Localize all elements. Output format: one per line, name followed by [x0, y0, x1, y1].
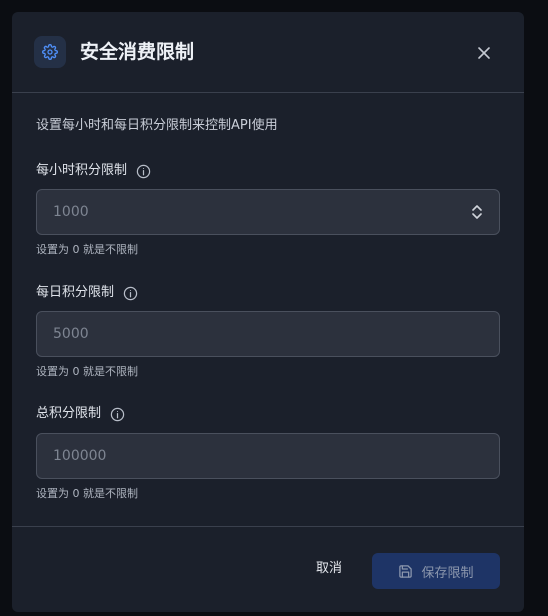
- hourly-limit-label-text: 每小时积分限制: [36, 163, 128, 178]
- close-icon: [478, 47, 490, 59]
- cancel-button[interactable]: 取消: [300, 553, 358, 585]
- total-limit-input[interactable]: [37, 434, 499, 478]
- hourly-limit-label: 每小时积分限制: [36, 161, 151, 181]
- save-icon: [399, 564, 413, 578]
- gear-icon: [34, 36, 66, 68]
- dialog-footer: 取消 保存限制: [12, 526, 524, 612]
- hourly-limit-hint: 设置为 0 就是不限制: [36, 243, 138, 256]
- total-limit-label: 总积分限制: [36, 404, 125, 424]
- info-icon[interactable]: [109, 406, 125, 422]
- chevron-up-icon[interactable]: [472, 205, 482, 211]
- hourly-limit-input[interactable]: [37, 190, 499, 234]
- dialog-description: 设置每小时和每日积分限制来控制API使用: [36, 118, 278, 133]
- daily-limit-hint: 设置为 0 就是不限制: [36, 365, 138, 378]
- daily-limit-label: 每日积分限制: [36, 283, 138, 303]
- close-button[interactable]: [472, 41, 496, 65]
- save-button-label: 保存限制: [421, 565, 474, 581]
- total-limit-label-text: 总积分限制: [36, 406, 102, 421]
- chevron-down-icon[interactable]: [472, 213, 482, 219]
- dialog-header: 安全消费限制: [12, 12, 524, 93]
- hourly-limit-field: [36, 189, 500, 235]
- number-stepper[interactable]: [471, 202, 483, 222]
- daily-limit-input[interactable]: [37, 312, 499, 356]
- info-icon[interactable]: [135, 163, 151, 179]
- save-button[interactable]: 保存限制: [372, 553, 500, 589]
- spending-limit-dialog: 安全消费限制 设置每小时和每日积分限制来控制API使用 每小时积分限制 设置为 …: [12, 12, 524, 612]
- total-limit-field: [36, 433, 500, 479]
- total-limit-hint: 设置为 0 就是不限制: [36, 487, 138, 500]
- daily-limit-label-text: 每日积分限制: [36, 285, 115, 300]
- info-icon[interactable]: [122, 285, 138, 301]
- daily-limit-field: [36, 311, 500, 357]
- dialog-title: 安全消费限制: [80, 41, 195, 63]
